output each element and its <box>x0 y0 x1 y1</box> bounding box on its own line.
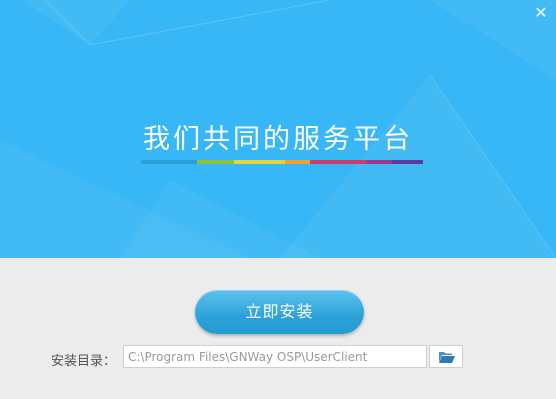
close-icon: ✕ <box>534 3 548 22</box>
color-stripe-segment <box>197 160 234 164</box>
close-button[interactable]: ✕ <box>532 4 550 22</box>
color-stripe-segment <box>366 160 392 164</box>
color-stripe <box>141 160 423 164</box>
install-dir-label: 安装目录： <box>51 354 117 369</box>
color-stripe-segment <box>392 160 423 164</box>
install-dir-input[interactable] <box>123 345 427 368</box>
folder-open-icon <box>439 352 455 363</box>
color-stripe-segment <box>141 160 197 164</box>
color-stripe-segment <box>285 160 310 164</box>
slogan-title: 我们共同的服务平台 <box>143 124 413 155</box>
color-stripe-segment <box>310 160 366 164</box>
browse-folder-button[interactable] <box>429 345 463 368</box>
install-now-button[interactable]: 立即安装 <box>195 290 364 334</box>
banner: ✕ 我们共同的服务平台 <box>0 0 556 258</box>
color-stripe-segment <box>234 160 285 164</box>
installer-window: ✕ 我们共同的服务平台 立即安装 安装目录： <box>0 0 556 399</box>
